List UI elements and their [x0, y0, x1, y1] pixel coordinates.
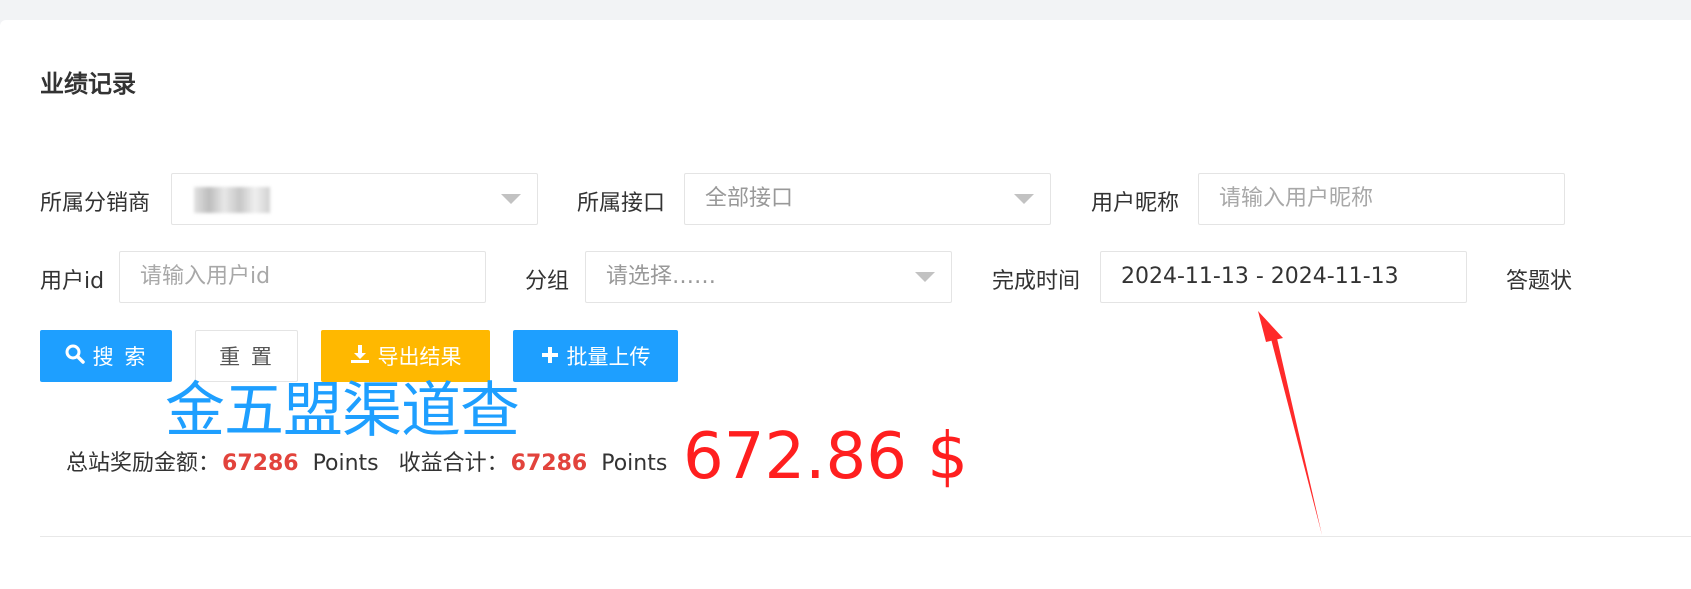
annotation-arrow-icon	[1258, 311, 1322, 535]
